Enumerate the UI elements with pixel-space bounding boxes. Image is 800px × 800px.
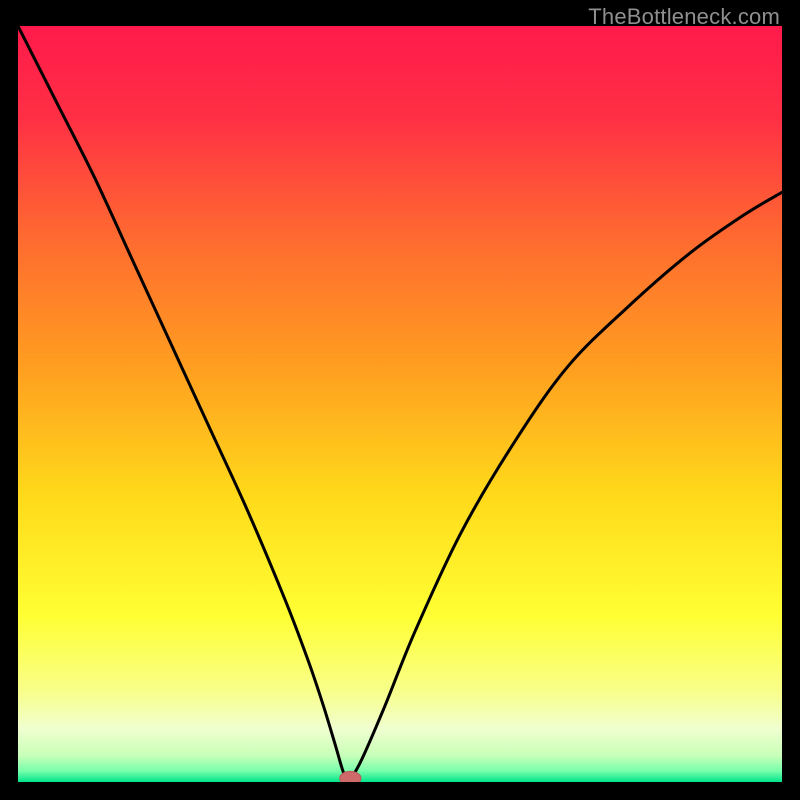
optimal-point-marker (340, 771, 361, 782)
bottleneck-chart (18, 26, 782, 782)
chart-frame (18, 26, 782, 782)
